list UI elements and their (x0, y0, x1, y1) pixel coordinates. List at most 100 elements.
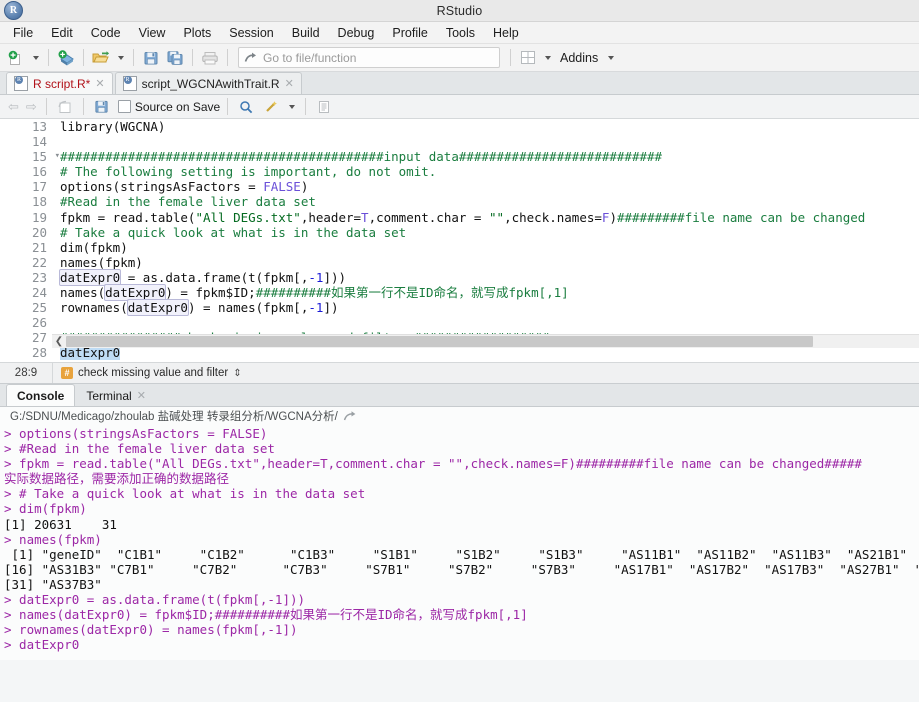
checkbox-icon[interactable] (117, 100, 131, 113)
code-line[interactable]: 24 names(datExpr0) = fpkm$ID;##########如果… (0, 284, 919, 302)
source-on-save-checkbox[interactable]: Source on Save (117, 100, 220, 114)
toolbar-divider (227, 98, 229, 115)
code-token: -1 (308, 269, 324, 285)
code-line[interactable]: 29 (0, 360, 919, 362)
fold-arrow-icon[interactable]: ▾ (55, 149, 60, 164)
line-number: 22 (0, 254, 52, 270)
addins-button[interactable]: Addins (556, 51, 602, 65)
new-project-icon[interactable] (55, 47, 77, 68)
close-icon[interactable]: ✕ (95, 77, 104, 90)
scrollbar-thumb[interactable] (66, 336, 813, 347)
code-line[interactable]: 13 library(WGCNA) (0, 119, 919, 135)
window-title-bar: R RStudio (0, 0, 919, 22)
goto-file-function-input[interactable]: Go to file/function (238, 47, 500, 68)
code-line[interactable]: 15 ▾ #####################################… (0, 149, 919, 165)
menu-session[interactable]: Session (220, 23, 282, 43)
console-input-line: > dim(fpkm) (4, 501, 87, 517)
new-file-dropdown-icon[interactable] (29, 47, 42, 68)
workspace-panes-icon[interactable] (517, 47, 539, 68)
code-token: ) = fpkm$ID; (165, 285, 256, 301)
menu-edit[interactable]: Edit (42, 23, 82, 43)
source-tab-script-wgcnawithtrait[interactable]: script_WGCNAwithTrait.R ✕ (114, 72, 302, 94)
save-all-icon[interactable] (164, 47, 186, 68)
menu-bar: File Edit Code View Plots Session Build … (0, 22, 919, 44)
scope-label: check missing value and filter (78, 367, 229, 379)
open-dropdown-icon[interactable] (114, 47, 127, 68)
code-scope-selector[interactable]: # check missing value and filter ⇕ (53, 367, 242, 379)
code-token: ) (157, 119, 166, 134)
menu-help[interactable]: Help (484, 23, 528, 43)
tab-terminal[interactable]: Terminal ✕ (75, 384, 157, 406)
code-text: dim(fpkm) (52, 240, 128, 255)
r-document-icon (14, 76, 28, 91)
code-token: options(stringsAsFactors = (60, 179, 264, 195)
scroll-left-icon[interactable]: ❮ (52, 336, 66, 347)
code-line[interactable]: 20 # Take a quick look at what is in the … (0, 224, 919, 240)
source-editor[interactable]: 13 library(WGCNA) 14 15 ▾ ###################… (0, 119, 919, 362)
cursor-position: 28:9 (14, 367, 38, 379)
code-line[interactable]: 26 (0, 315, 919, 331)
save-icon[interactable] (91, 96, 113, 117)
menu-plots[interactable]: Plots (174, 23, 220, 43)
console-input-line: > names(datExpr0) = fpkm$ID;##########如果… (4, 607, 528, 623)
menu-build[interactable]: Build (283, 23, 329, 43)
code-line[interactable]: 25 rownames(datExpr0) = names(fpkm[,-1]) (0, 299, 919, 317)
console-output-line: [1] "geneID" "C1B1" "C1B2" "C1B3" "S1B1"… (4, 546, 919, 562)
console-output[interactable]: > options(stringsAsFactors = FALSE) > #Re… (0, 425, 919, 660)
working-directory-path[interactable]: G:/SDNU/Medicago/zhoulab 盐碱处理 转录组分析/WGCN… (10, 408, 338, 424)
code-lines-container[interactable]: 13 library(WGCNA) 14 15 ▾ ###################… (0, 119, 919, 362)
menu-file[interactable]: File (4, 23, 42, 43)
code-text: names(datExpr0) = fpkm$ID;##########如果第一… (52, 284, 569, 302)
code-line[interactable]: 18 #Read in the female liver data set (0, 194, 919, 210)
console-input-line: 实际数据路径，需要添加正确的数据路径 (4, 471, 230, 487)
code-line[interactable]: 22 names(fpkm) (0, 254, 919, 270)
print-icon[interactable] (199, 47, 221, 68)
menu-profile[interactable]: Profile (383, 23, 436, 43)
code-token: rownames( (60, 300, 128, 316)
console-input-line: > #Read in the female liver data set (4, 441, 275, 457)
save-icon[interactable] (140, 47, 162, 68)
code-line[interactable]: 19 fpkm = read.table("All DEGs.txt",heade… (0, 209, 919, 225)
code-token: names( (60, 285, 106, 301)
code-line[interactable]: 16 # The following setting is important, … (0, 164, 919, 180)
code-text: names(fpkm) (52, 255, 143, 270)
code-token: ) (609, 209, 617, 225)
code-token: "" (489, 209, 505, 225)
tab-console[interactable]: Console (6, 384, 76, 406)
code-tools-dropdown-icon[interactable] (285, 96, 298, 117)
close-icon[interactable]: ✕ (285, 77, 294, 90)
open-folder-icon[interactable] (90, 47, 112, 68)
updown-chevron-icon[interactable]: ⇕ (233, 368, 241, 379)
search-icon[interactable] (235, 96, 257, 117)
addins-dropdown-icon[interactable] (604, 47, 617, 68)
new-file-icon[interactable] (5, 47, 27, 68)
code-text: #Read in the female liver data set (52, 194, 316, 209)
source-tab-r-script[interactable]: R script.R* ✕ (6, 72, 113, 94)
code-token: ,header= (300, 209, 362, 225)
code-token: ])) (323, 269, 347, 285)
menu-debug[interactable]: Debug (329, 23, 384, 43)
code-tools-icon[interactable] (260, 96, 282, 117)
main-toolbar: Go to file/function Addins (0, 44, 919, 72)
close-icon[interactable]: ✕ (137, 389, 146, 402)
toolbar-divider (133, 49, 134, 66)
menu-view[interactable]: View (130, 23, 175, 43)
compile-report-icon[interactable] (313, 96, 335, 117)
code-line[interactable]: 23 datExpr0 = as.data.frame(t(fpkm[,-1])) (0, 268, 919, 286)
menu-code[interactable]: Code (82, 23, 130, 43)
panes-dropdown-icon[interactable] (541, 47, 554, 68)
editor-horizontal-scrollbar[interactable]: ❮ (52, 334, 919, 348)
show-in-new-window-icon[interactable] (54, 96, 76, 117)
code-token: ) (300, 179, 309, 195)
console-input-line: > names(fpkm) (4, 531, 102, 547)
console-pane: Console Terminal ✕ G:/SDNU/Medicago/zhou… (0, 384, 919, 660)
back-arrow-icon[interactable]: ⇦ (6, 99, 21, 115)
menu-tools[interactable]: Tools (437, 23, 484, 43)
code-line[interactable]: 17 options(stringsAsFactors = FALSE) (0, 179, 919, 195)
code-token: ,comment.char = (368, 209, 489, 225)
code-line[interactable]: 21 dim(fpkm) (0, 239, 919, 255)
line-number: 27▾ (0, 330, 60, 346)
forward-arrow-icon[interactable]: ⇨ (24, 99, 39, 115)
toolbar-divider (83, 49, 84, 66)
code-line[interactable]: 14 (0, 134, 919, 150)
